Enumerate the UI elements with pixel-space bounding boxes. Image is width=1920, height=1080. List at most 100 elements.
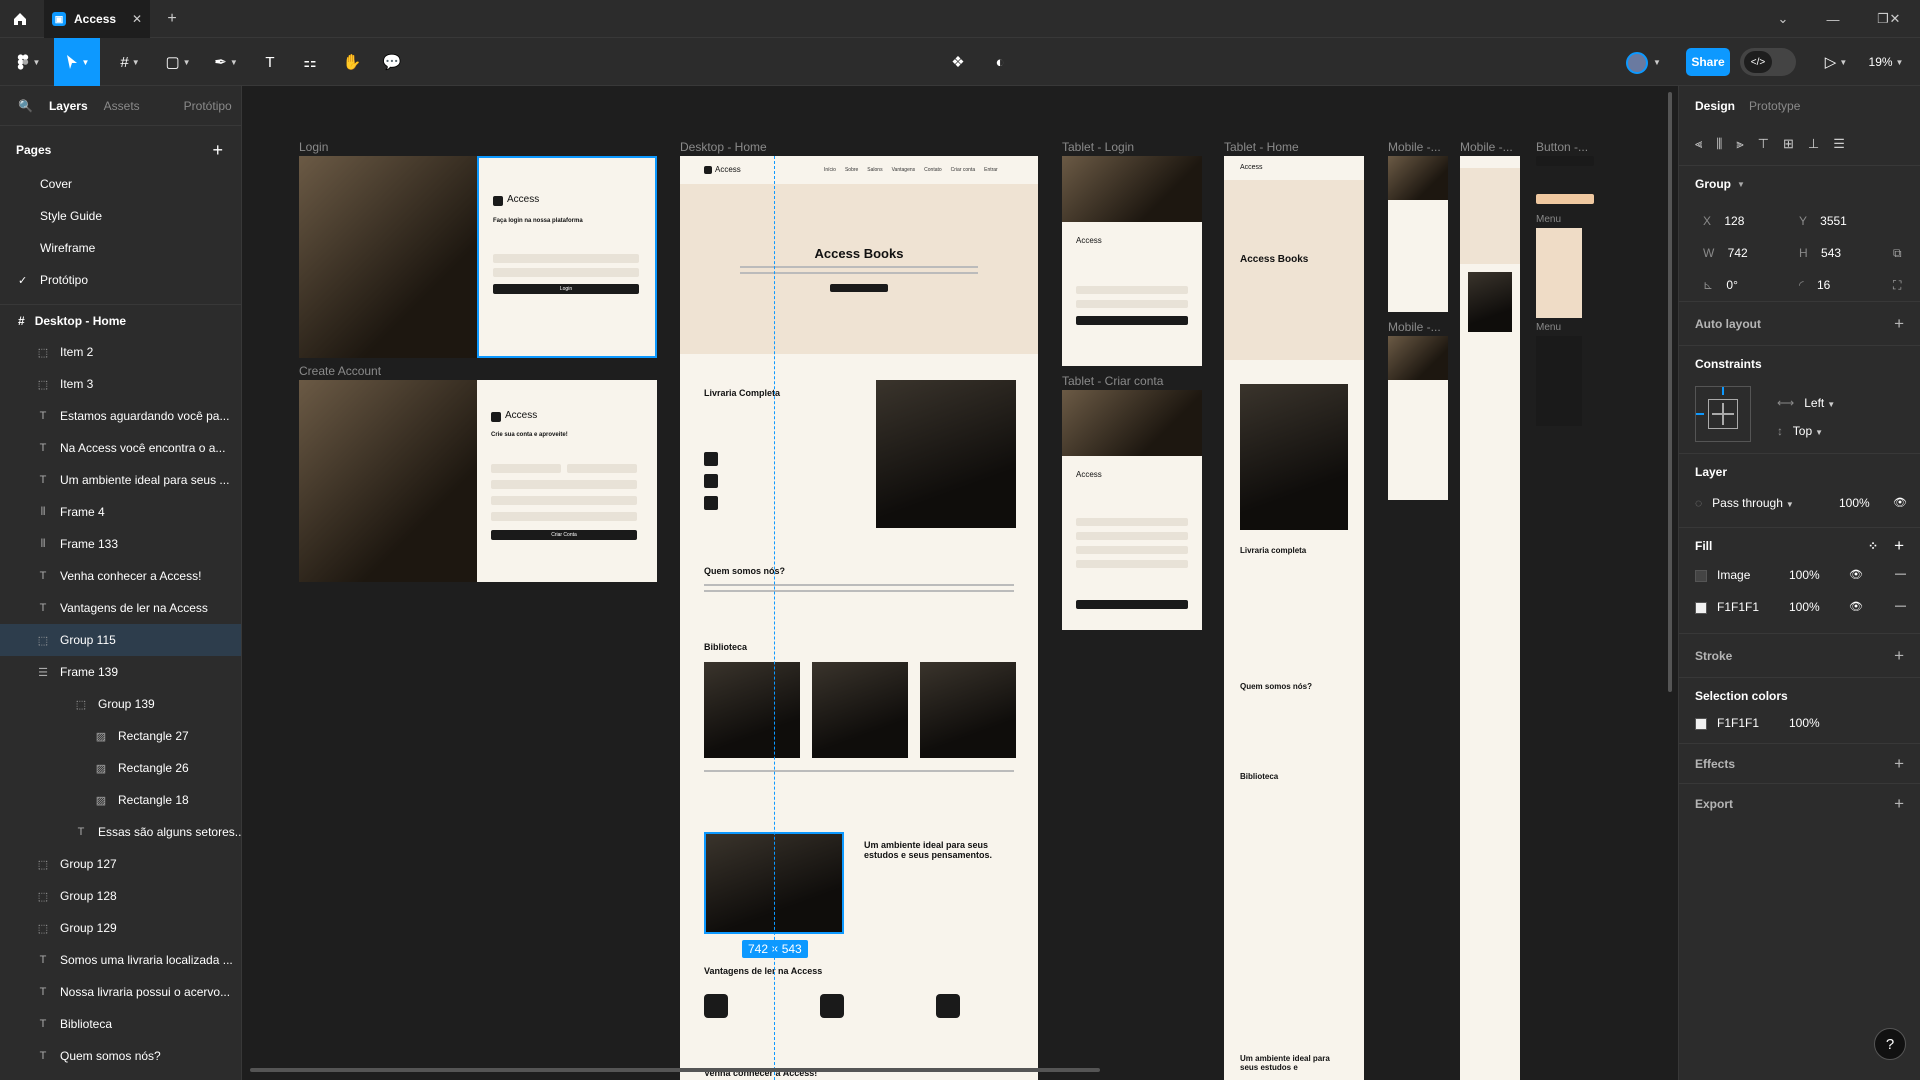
frame-label-create[interactable]: Create Account xyxy=(299,364,381,378)
x-input[interactable]: 128 xyxy=(1724,214,1744,228)
mobile-home-frame[interactable] xyxy=(1460,156,1520,1080)
horizontal-constraint-select[interactable]: Left xyxy=(1804,396,1824,410)
styles-icon[interactable]: ⁘ xyxy=(1868,539,1878,553)
chevron-down-icon[interactable]: ▼ xyxy=(1650,38,1664,86)
page-item[interactable]: Cover xyxy=(0,168,241,200)
layer-item[interactable]: ⫴ Frame 4 xyxy=(0,496,241,528)
login-frame[interactable]: Access Faça login na nossa plataforma Lo… xyxy=(299,156,657,358)
shape-tool-button[interactable]: ▢ ▼ xyxy=(158,38,198,86)
canvas-vertical-scrollbar[interactable] xyxy=(1668,92,1672,692)
tab-design[interactable]: Design xyxy=(1695,99,1735,113)
independent-corners-icon[interactable]: ⛶ xyxy=(1893,278,1901,293)
page-item[interactable]: Style Guide xyxy=(0,200,241,232)
align-left-icon[interactable]: ⫷ xyxy=(1695,136,1702,152)
tab-assets[interactable]: Assets xyxy=(104,99,140,113)
distribute-icon[interactable]: ☰ xyxy=(1833,136,1845,152)
close-window-button[interactable]: ✕ xyxy=(1870,0,1920,38)
add-fill-button[interactable]: + xyxy=(1894,536,1904,556)
align-center-h-icon[interactable]: ⫼ xyxy=(1716,136,1722,152)
align-bottom-icon[interactable]: ⊥ xyxy=(1808,136,1819,152)
dev-mode-toggle[interactable]: </> xyxy=(1740,48,1796,76)
fill-row[interactable]: F1F1F1 xyxy=(1695,600,1759,614)
add-effect-button[interactable]: + xyxy=(1894,754,1904,774)
create-account-frame[interactable]: Access Crie sua conta e aproveite! Criar… xyxy=(299,380,657,582)
align-middle-icon[interactable]: ⊞ xyxy=(1783,136,1794,152)
layer-item[interactable]: T Nossa livraria possui o acervo... xyxy=(0,976,241,1008)
layer-item[interactable]: T Biblioteca xyxy=(0,1008,241,1040)
frame-label-menu-1[interactable]: Menu xyxy=(1536,214,1561,225)
layer-item[interactable]: ⬚ Item 3 xyxy=(0,368,241,400)
layer-item[interactable]: ▨ Rectangle 26 xyxy=(0,752,241,784)
zoom-button[interactable]: 19% ▼ xyxy=(1860,38,1912,86)
layer-item[interactable]: ⬚ Group 129 xyxy=(0,912,241,944)
add-page-button[interactable]: + xyxy=(212,140,223,161)
close-tab-icon[interactable]: ✕ xyxy=(132,12,142,26)
constraints-widget[interactable] xyxy=(1695,386,1751,442)
present-button[interactable]: ▷ ▼ xyxy=(1820,38,1852,86)
width-input[interactable]: 742 xyxy=(1728,246,1748,260)
frame-label-mobile-2[interactable]: Mobile -... xyxy=(1388,320,1441,334)
layer-item[interactable]: ⫴ Frame 133 xyxy=(0,528,241,560)
fill-opacity[interactable]: 100% xyxy=(1789,568,1820,582)
align-top-icon[interactable]: ⊤ xyxy=(1758,136,1769,152)
layer-item[interactable]: ☰ Frame 139 xyxy=(0,656,241,688)
fill-opacity[interactable]: 100% xyxy=(1789,600,1820,614)
layer-item[interactable]: T Na Access você encontra o a... xyxy=(0,432,241,464)
frame-label-button[interactable]: Button -... xyxy=(1536,140,1588,154)
hand-tool-button[interactable]: ✋ xyxy=(336,38,368,86)
tablet-create-frame[interactable]: Access xyxy=(1062,390,1202,630)
color-swatch[interactable] xyxy=(1695,717,1707,730)
layer-item[interactable]: ⬚ Item 2 xyxy=(0,336,241,368)
layer-item[interactable]: T Estamos aguardando você pa... xyxy=(0,400,241,432)
mobile-create-frame[interactable] xyxy=(1388,336,1448,500)
eye-icon[interactable]: 👁 xyxy=(1849,568,1863,581)
layer-item[interactable]: ⬚ Group 128 xyxy=(0,880,241,912)
main-menu-button[interactable]: ▼ xyxy=(6,38,50,86)
page-item[interactable]: Wireframe xyxy=(0,232,241,264)
comment-tool-button[interactable]: 💬 xyxy=(376,38,408,86)
tab-layers[interactable]: Layers xyxy=(49,99,88,113)
avatar[interactable] xyxy=(1626,52,1648,74)
image-fill-swatch[interactable] xyxy=(1695,569,1707,582)
layer-item[interactable]: T Quem somos nós? xyxy=(0,1040,241,1072)
page-switcher[interactable]: Protótipo xyxy=(184,99,232,113)
frame-layer-desktop-home[interactable]: # Desktop - Home xyxy=(0,304,241,336)
layer-item[interactable]: T Um ambiente ideal para seus ... xyxy=(0,464,241,496)
fill-name[interactable]: F1F1F1 xyxy=(1717,600,1759,614)
blend-mode-select[interactable]: Pass through xyxy=(1712,496,1783,510)
file-tab[interactable]: ▣ Access ✕ xyxy=(44,0,150,38)
fill-row[interactable]: Image xyxy=(1695,568,1750,582)
add-export-button[interactable]: + xyxy=(1894,794,1904,814)
add-stroke-button[interactable]: + xyxy=(1894,646,1904,666)
frame-label-menu-2[interactable]: Menu xyxy=(1536,322,1561,333)
mobile-login-frame[interactable] xyxy=(1388,156,1448,312)
move-tool-button[interactable]: ▼ xyxy=(54,38,100,86)
tablet-login-frame[interactable]: Access xyxy=(1062,156,1202,366)
layer-item[interactable]: ⬚ Group 127 xyxy=(0,848,241,880)
selection-color-hex[interactable]: F1F1F1 xyxy=(1717,716,1759,730)
help-button[interactable]: ? xyxy=(1874,1028,1906,1060)
layer-item[interactable]: ⬚ Group 139 xyxy=(0,688,241,720)
frame-label-tablet-create[interactable]: Tablet - Criar conta xyxy=(1062,374,1163,388)
frame-label-mobile-3[interactable]: Mobile -... xyxy=(1460,140,1513,154)
eye-icon[interactable]: 👁 xyxy=(1893,496,1907,509)
layer-item[interactable]: ▨ Rectangle 18 xyxy=(0,784,241,816)
frame-label-desktop[interactable]: Desktop - Home xyxy=(680,140,767,154)
layer-item[interactable]: T Vantagens de ler na Access xyxy=(0,592,241,624)
home-icon[interactable] xyxy=(0,0,40,38)
text-tool-button[interactable]: T xyxy=(254,38,286,86)
constrain-proportions-icon[interactable]: ⧉ xyxy=(1893,246,1902,261)
login-form-selected[interactable]: Access Faça login na nossa plataforma Lo… xyxy=(477,156,657,358)
page-item[interactable]: ✓ Protótipo xyxy=(0,264,241,296)
remove-fill-button[interactable]: — xyxy=(1895,568,1906,580)
rotation-input[interactable]: 0° xyxy=(1726,278,1737,292)
fill-name[interactable]: Image xyxy=(1717,568,1750,582)
desktop-home-frame[interactable]: Access Início Sobre Salons Vantagens Contato… xyxy=(680,156,1038,1080)
frame-label-tablet-login[interactable]: Tablet - Login xyxy=(1062,140,1134,154)
resources-tool-button[interactable]: ⚏ xyxy=(294,38,326,86)
y-input[interactable]: 3551 xyxy=(1820,214,1847,228)
color-swatch[interactable] xyxy=(1695,601,1707,614)
group-header[interactable]: Group ▼ xyxy=(1679,166,1920,202)
pen-tool-button[interactable]: ✒ ▼ xyxy=(206,38,246,86)
new-tab-button[interactable]: + xyxy=(160,0,184,38)
